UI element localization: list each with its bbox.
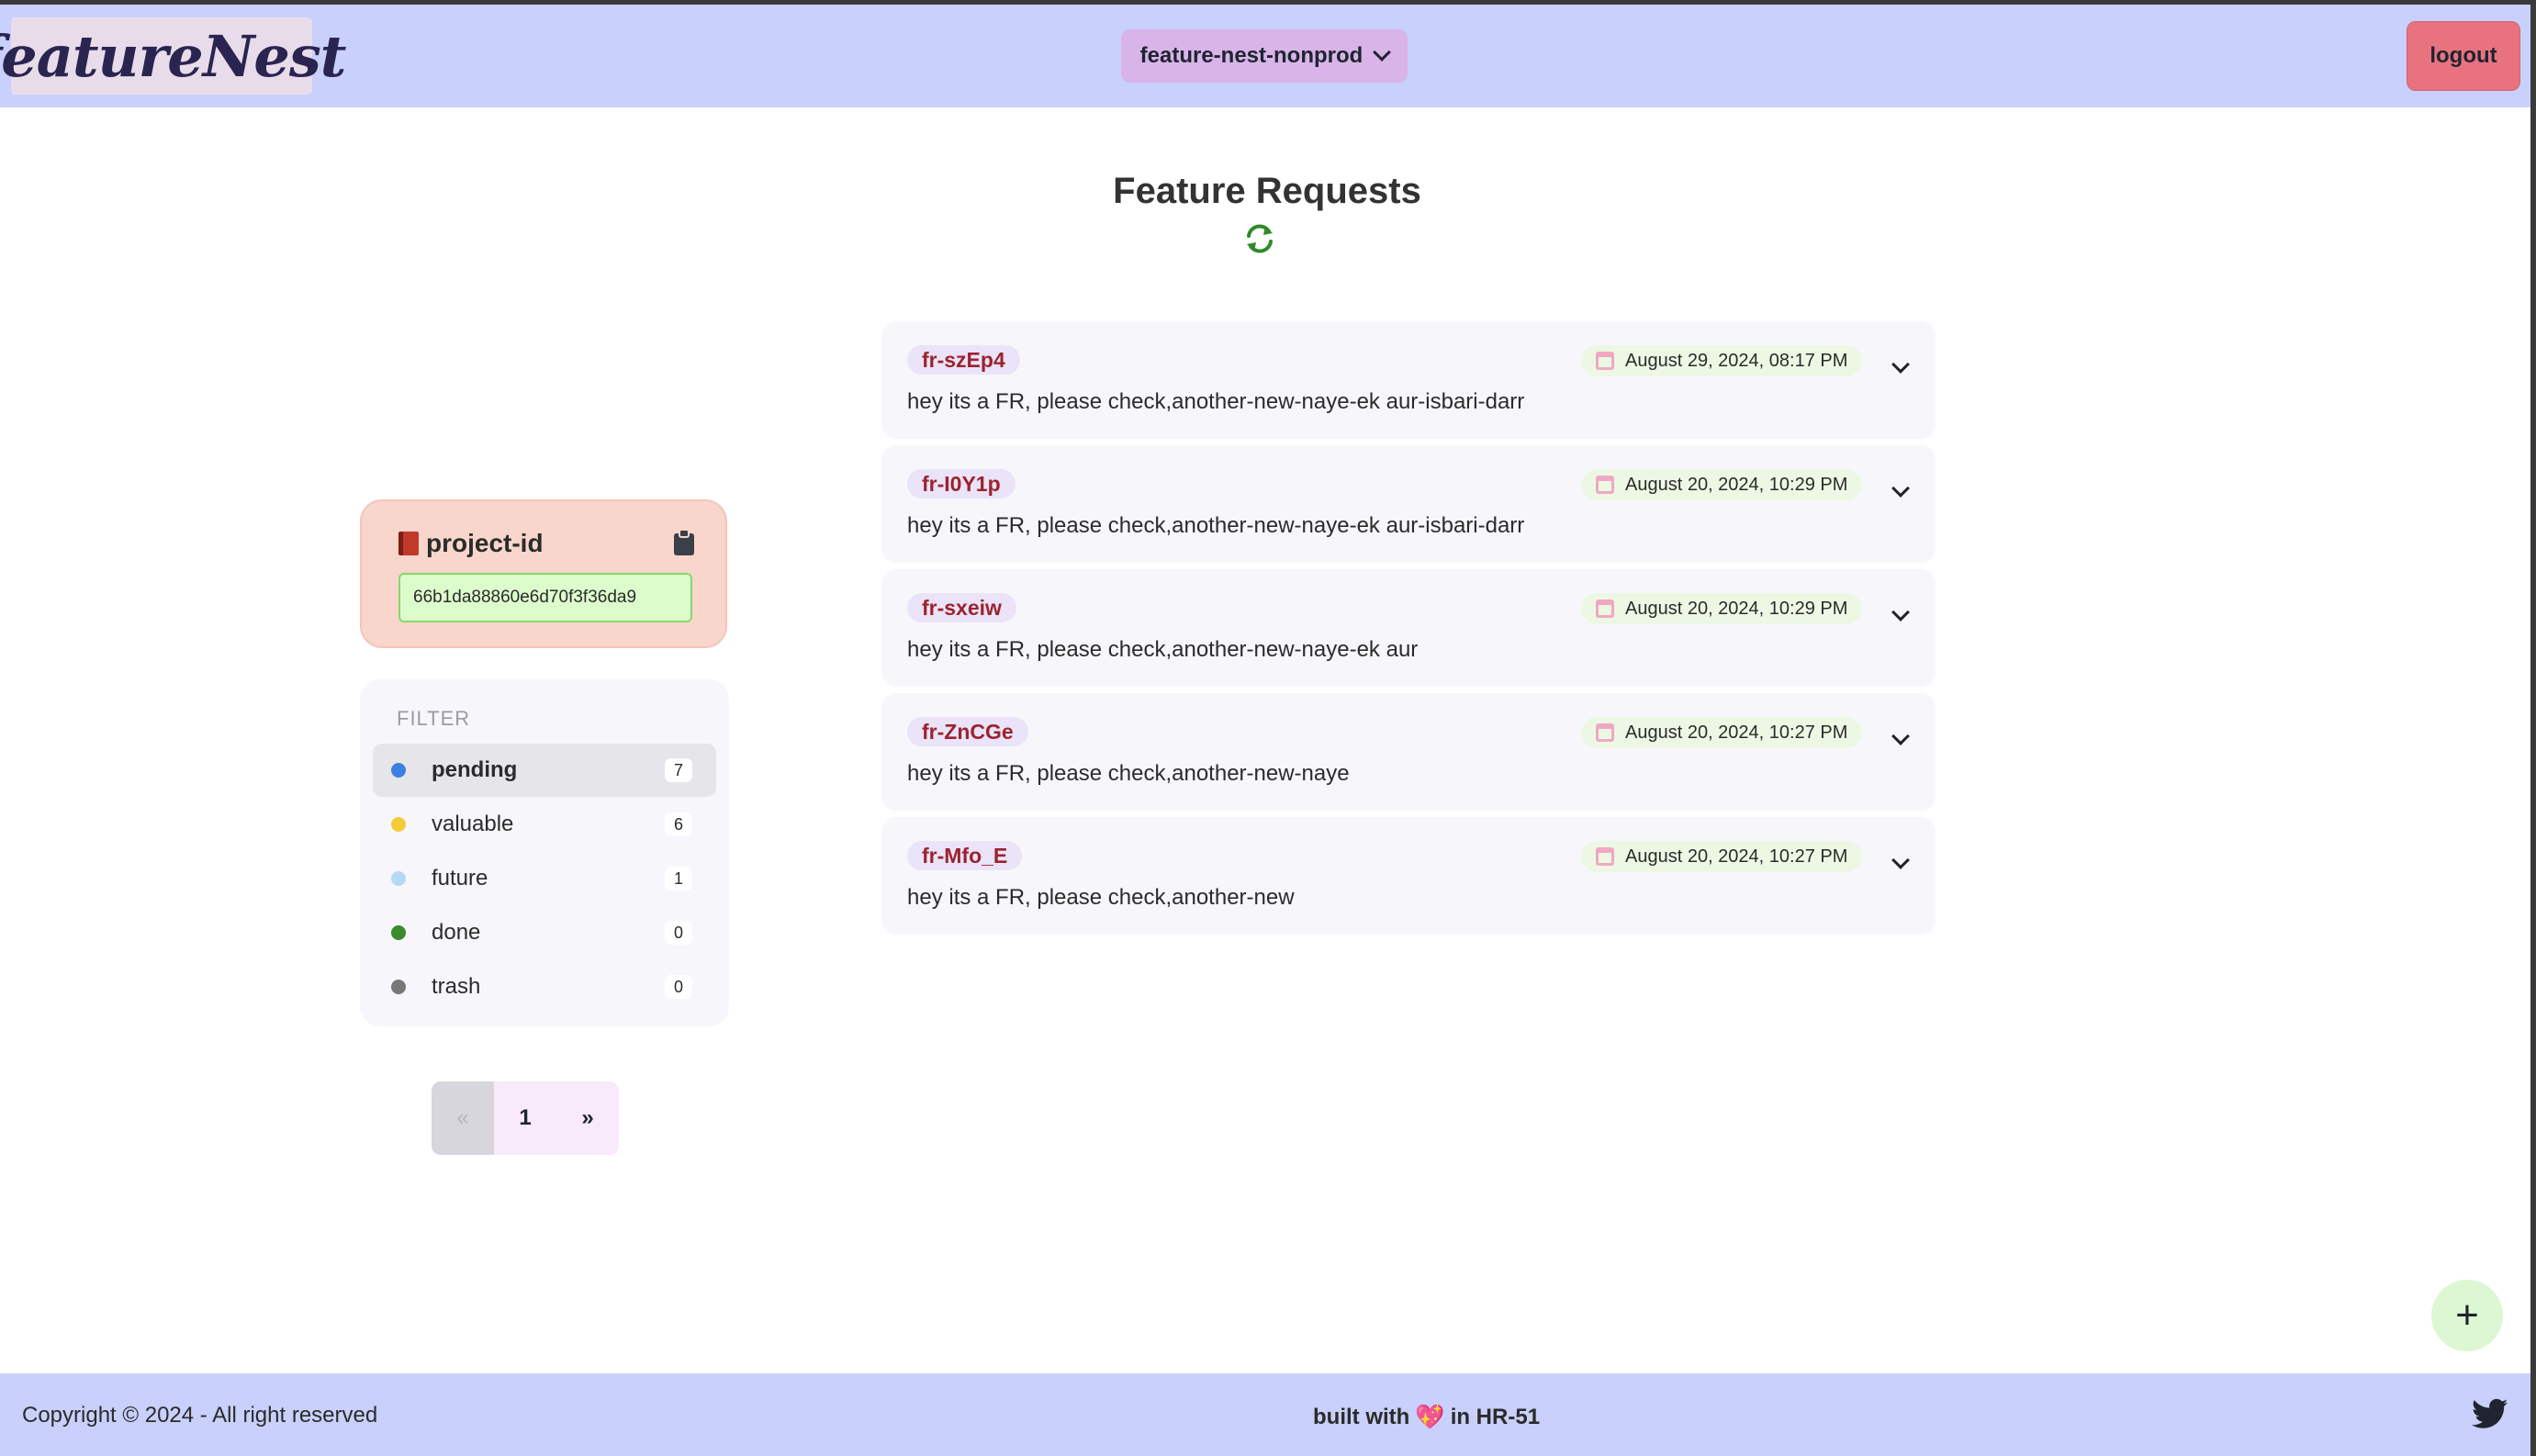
feature-request-date: August 20, 2024, 10:27 PM — [1581, 717, 1862, 748]
filter-item-trash[interactable]: trash 0 — [373, 960, 716, 1014]
filter-item-label: future — [432, 866, 488, 890]
chevron-down-icon — [1373, 43, 1392, 62]
filter-item-count: 7 — [665, 758, 692, 782]
feature-request-text: hey its a FR, please check,another-new-n… — [907, 389, 1525, 414]
pagination-next-button[interactable]: » — [556, 1081, 619, 1155]
built-with-prefix: built with — [1313, 1404, 1410, 1429]
feature-request-text: hey its a FR, please check,another-new-n… — [907, 761, 1350, 786]
chevron-down-icon[interactable] — [1891, 355, 1910, 374]
calendar-icon — [1596, 599, 1614, 618]
calendar-icon — [1596, 847, 1614, 866]
filter-item-label: done — [432, 920, 481, 945]
copyright-text: Copyright © 2024 - All right reserved — [22, 1403, 378, 1428]
feature-request-card[interactable]: fr-szEp4 August 29, 2024, 08:17 PM hey i… — [881, 321, 1936, 439]
pagination-page-button[interactable]: 1 — [494, 1081, 556, 1155]
project-card-title: project-id — [398, 529, 544, 558]
status-dot — [391, 980, 406, 994]
filter-item-valuable[interactable]: valuable 6 — [373, 798, 716, 851]
chevron-down-icon[interactable] — [1891, 727, 1910, 745]
feature-request-card[interactable]: fr-sxeiw August 20, 2024, 10:29 PM hey i… — [881, 569, 1936, 687]
book-icon — [398, 532, 419, 555]
pagination: « 1 » — [432, 1081, 619, 1155]
project-card-title-text: project-id — [426, 529, 544, 557]
filter-panel: FILTER pending 7 valuable 6 future 1 don… — [360, 679, 729, 1026]
add-feature-request-button[interactable]: + — [2431, 1280, 2503, 1351]
chevron-down-icon[interactable] — [1891, 603, 1910, 622]
filter-item-count: 6 — [665, 812, 692, 836]
filter-item-label: valuable — [432, 812, 514, 836]
chevron-down-icon[interactable] — [1891, 479, 1910, 498]
feature-request-card[interactable]: fr-Mfo_E August 20, 2024, 10:27 PM hey i… — [881, 817, 1936, 935]
navbar: featureNest feature-nest-nonprod logout — [0, 5, 2536, 107]
feature-request-date-text: August 29, 2024, 08:17 PM — [1625, 350, 1848, 371]
filter-item-pending[interactable]: pending 7 — [373, 744, 716, 797]
chevron-down-icon[interactable] — [1891, 851, 1910, 869]
feature-request-date: August 29, 2024, 08:17 PM — [1581, 345, 1862, 376]
project-select-label: feature-nest-nonprod — [1139, 43, 1363, 68]
feature-request-text: hey its a FR, please check,another-new-n… — [907, 513, 1525, 538]
pagination-prev-button[interactable]: « — [432, 1081, 494, 1155]
page-title: Feature Requests — [1113, 171, 1421, 211]
filter-item-count: 0 — [665, 921, 692, 945]
feature-request-card[interactable]: fr-ZnCGe August 20, 2024, 10:27 PM hey i… — [881, 693, 1936, 811]
filter-item-count: 1 — [665, 867, 692, 890]
status-dot — [391, 817, 406, 832]
feature-request-date: August 20, 2024, 10:27 PM — [1581, 841, 1862, 872]
filter-item-done[interactable]: done 0 — [373, 906, 716, 959]
feature-request-text: hey its a FR, please check,another-new-n… — [907, 637, 1419, 662]
feature-request-date-text: August 20, 2024, 10:27 PM — [1625, 846, 1848, 867]
feature-request-id: fr-Mfo_E — [907, 841, 1023, 870]
project-id-field[interactable]: 66b1da88860e6d70f3f36da9 — [398, 573, 692, 622]
status-dot — [391, 871, 406, 886]
project-card: project-id 66b1da88860e6d70f3f36da9 — [360, 499, 727, 648]
feature-request-text: hey its a FR, please check,another-new — [907, 885, 1295, 910]
twitter-icon[interactable] — [2472, 1395, 2508, 1432]
feature-request-date-text: August 20, 2024, 10:27 PM — [1625, 722, 1848, 743]
feature-request-id: fr-sxeiw — [907, 593, 1016, 622]
feature-request-date-text: August 20, 2024, 10:29 PM — [1625, 474, 1848, 495]
status-dot — [391, 763, 406, 778]
window-right-border — [2530, 0, 2536, 1456]
feature-request-id: fr-ZnCGe — [907, 717, 1028, 746]
built-with-text: built with 💖 in HR-51 — [1313, 1403, 1540, 1431]
feature-request-card[interactable]: fr-I0Y1p August 20, 2024, 10:29 PM hey i… — [881, 445, 1936, 563]
status-dot — [391, 925, 406, 940]
logout-button[interactable]: logout — [2407, 21, 2520, 91]
plus-icon: + — [2455, 1293, 2479, 1338]
logo[interactable]: featureNest — [0, 17, 346, 95]
footer: Copyright © 2024 - All right reserved bu… — [0, 1373, 2536, 1456]
feature-request-date: August 20, 2024, 10:29 PM — [1581, 469, 1862, 500]
filter-item-future[interactable]: future 1 — [373, 852, 716, 905]
calendar-icon — [1596, 723, 1614, 742]
heart-icon: 💖 — [1415, 1403, 1445, 1430]
filter-item-count: 0 — [665, 975, 692, 999]
filter-item-label: pending — [432, 757, 518, 782]
feature-request-id: fr-szEp4 — [907, 345, 1020, 375]
calendar-icon — [1596, 352, 1614, 370]
calendar-icon — [1596, 476, 1614, 494]
feature-request-id: fr-I0Y1p — [907, 469, 1016, 498]
project-select[interactable]: feature-nest-nonprod — [1121, 29, 1408, 83]
refresh-icon[interactable] — [1243, 222, 1276, 255]
built-with-suffix: in HR-51 — [1450, 1404, 1541, 1429]
filter-label: FILTER — [397, 707, 471, 730]
filter-item-label: trash — [432, 974, 481, 999]
clipboard-icon[interactable] — [672, 529, 696, 556]
feature-request-date-text: August 20, 2024, 10:29 PM — [1625, 598, 1848, 619]
feature-request-date: August 20, 2024, 10:29 PM — [1581, 593, 1862, 624]
